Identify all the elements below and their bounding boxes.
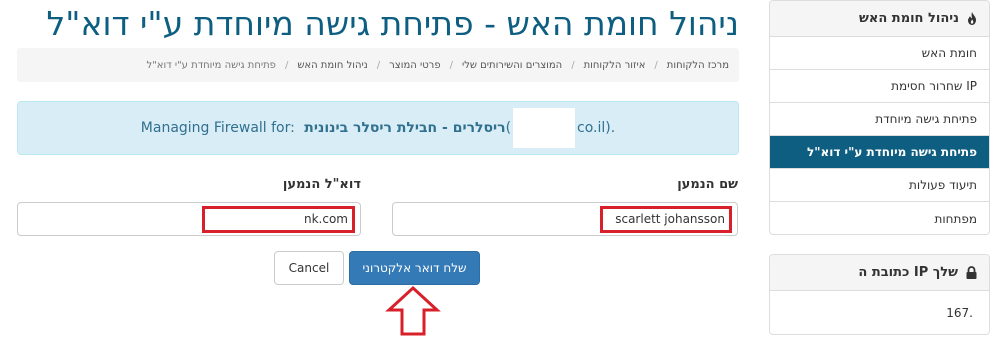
recipient-name-field: [392, 202, 738, 236]
sidebar-item-label: פתיחת גישה מיוחדת ע"י דוא"ל: [806, 145, 977, 159]
firewall-nav-title: ניהול חומת האש: [859, 11, 959, 26]
breadcrumb-separator: /: [571, 59, 575, 71]
info-product-name: ריסלרים - חבילת ריסלר בינונית: [304, 120, 506, 136]
breadcrumb-separator: /: [284, 59, 289, 71]
ip-panel-heading: כתובת ה IP שלך: [770, 255, 989, 291]
fire-icon: [967, 12, 977, 25]
breadcrumb-separator: /: [376, 59, 381, 71]
redacted-domain: [513, 108, 576, 148]
recipient-email-field: [17, 202, 361, 236]
lock-icon: [966, 266, 977, 279]
sidebar-item-label: שחרור חסימת IP: [891, 79, 977, 93]
send-email-button[interactable]: שלח דואר אלקטרוני: [349, 251, 480, 285]
breadcrumb-my-products[interactable]: המוצרים והשירותים שלי: [462, 60, 562, 71]
breadcrumb-firewall[interactable]: ניהול חומת האש: [297, 60, 367, 71]
breadcrumb: מרכז הלקוחות / איזור הלקוחות / המוצרים ו…: [17, 48, 739, 82]
ip-panel-title: כתובת ה IP שלך: [858, 265, 958, 280]
breadcrumb-separator: /: [449, 59, 453, 71]
sidebar-item-unblock-ip[interactable]: שחרור חסימת IP: [770, 70, 989, 103]
sidebar-item-label: מפתחות: [934, 211, 977, 226]
recipient-email-label: דוא"ל הנמען: [282, 177, 361, 192]
sidebar-item-special-access[interactable]: פתיחת גישה מיוחדת: [770, 103, 989, 136]
sidebar-item-email-access[interactable]: פתיחת גישה מיוחדת ע"י דוא"ל: [770, 136, 989, 169]
up-arrow-icon: [385, 285, 441, 336]
sidebar-item-label: פתיחת גישה מיוחדת: [875, 112, 977, 126]
breadcrumb-separator: /: [654, 59, 658, 71]
info-prefix: Managing Firewall for:: [140, 120, 295, 136]
recipient-name-input[interactable]: [393, 203, 737, 235]
info-paren-open: (: [505, 120, 512, 136]
cancel-button[interactable]: Cancel: [274, 251, 344, 285]
sidebar-item-firewall[interactable]: חומת האש: [770, 37, 989, 70]
sidebar-item-label: חומת האש: [921, 46, 977, 60]
ip-panel: כתובת ה IP שלך 167.: [769, 254, 990, 335]
firewall-nav-list: חומת האש שחרור חסימת IP פתיחת גישה מיוחד…: [770, 37, 989, 234]
sidebar-item-action-log[interactable]: תיעוד פעולות: [770, 169, 989, 202]
managing-firewall-info: Managing Firewall for: ריסלרים - חבילת ר…: [17, 101, 739, 155]
sidebar-item-label: תיעוד פעולות: [909, 178, 977, 192]
recipient-email-input[interactable]: [18, 203, 360, 235]
ip-address: 167.: [946, 306, 973, 320]
breadcrumb-current: פתיחת גישה מיוחדת ע"י דוא"ל: [146, 59, 276, 71]
firewall-nav-heading: ניהול חומת האש: [770, 1, 989, 37]
recipient-name-label: שם הנמען: [677, 177, 738, 192]
info-domain-suffix: co.il).: [577, 120, 616, 136]
firewall-nav-panel: ניהול חומת האש חומת האש שחרור חסימת IP פ…: [769, 0, 990, 235]
breadcrumb-product-details[interactable]: פרטי המוצר: [389, 60, 440, 71]
page-title: ניהול חומת האש - פתיחת גישה מיוחדת ע"י ד…: [46, 4, 739, 43]
breadcrumb-client-area[interactable]: איזור הלקוחות: [584, 60, 646, 71]
sidebar-item-keys[interactable]: מפתחות: [770, 202, 989, 234]
breadcrumb-client-center[interactable]: מרכז הלקוחות: [667, 60, 729, 71]
